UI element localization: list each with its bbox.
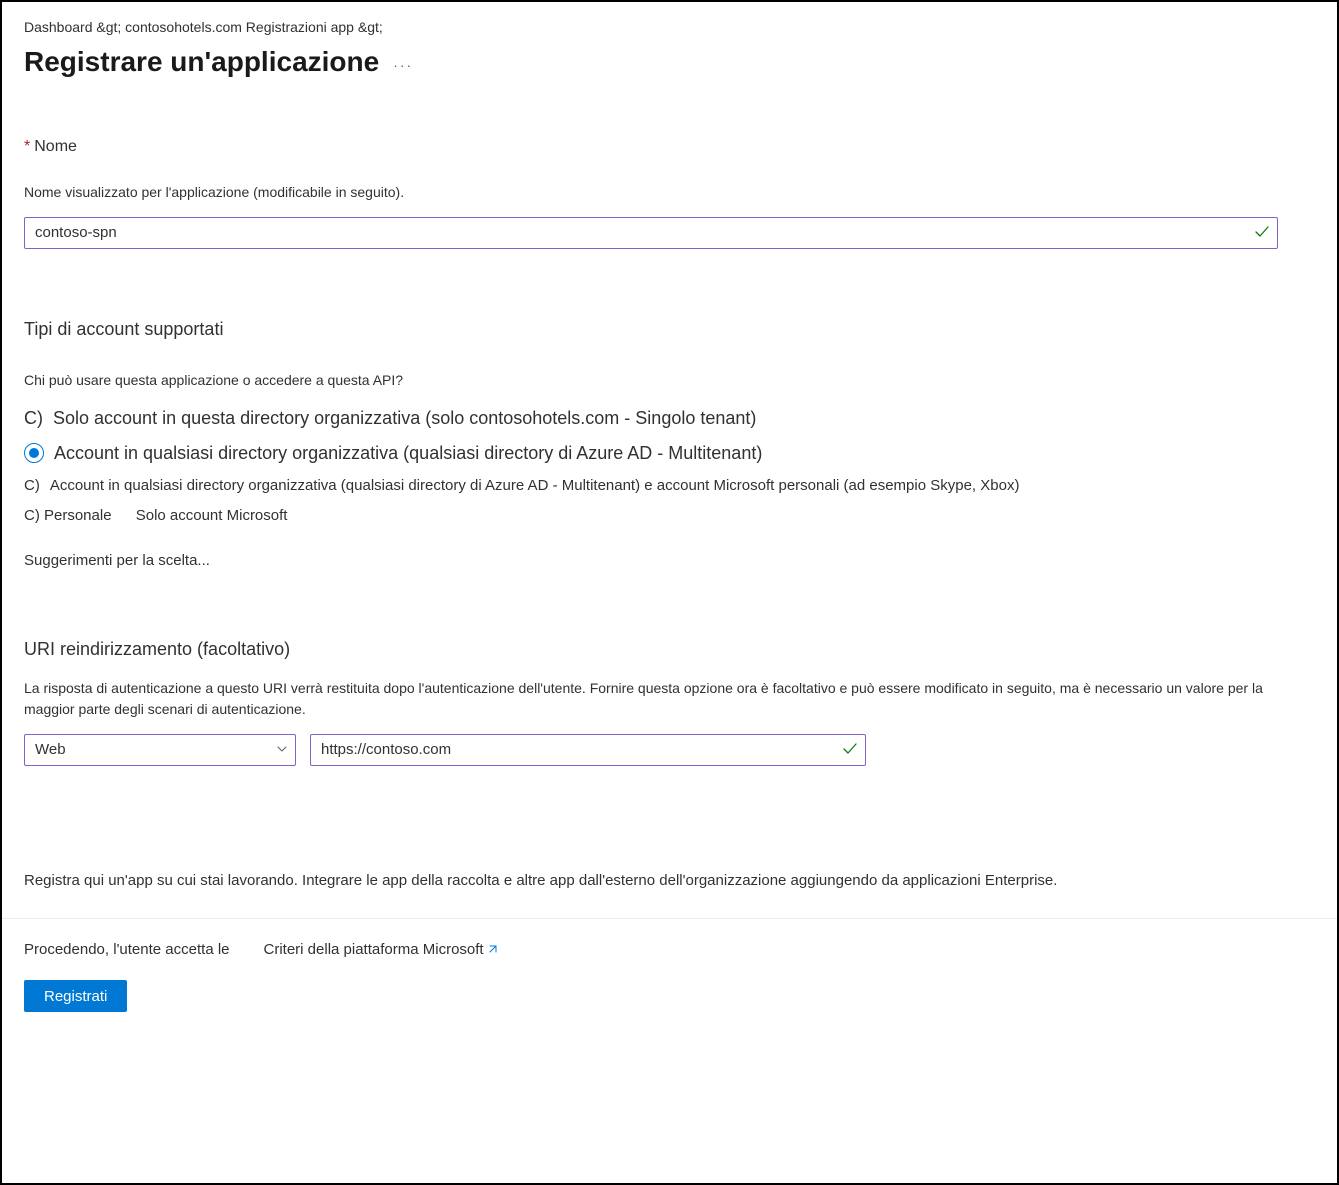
account-type-option-single-tenant[interactable]: C) Solo account in questa directory orga… [24,405,1315,432]
platform-select-wrap: Web [24,734,296,766]
redirect-uri-input[interactable] [310,734,866,766]
name-label: *Nome [24,138,1315,156]
consent-prefix: Procedendo, l'utente accetta le [24,941,230,958]
external-link-icon [486,944,498,956]
account-types-header: Tipi di account supportati [24,319,1315,340]
policy-link[interactable]: Criteri della piattaforma Microsoft [264,941,498,958]
account-type-option-multitenant-personal[interactable]: C) Account in qualsiasi directory organi… [24,475,1315,498]
account-type-option-multitenant[interactable]: Account in qualsiasi directory organizza… [24,440,1315,467]
divider [2,918,1337,919]
name-helper-text: Nome visualizzato per l'applicazione (mo… [24,182,1315,203]
page-title: Registrare un'applicazione [24,46,379,78]
platform-select[interactable]: Web [24,734,296,766]
redirect-uri-description: La risposta di autenticazione a questo U… [24,678,1315,720]
redirect-uri-header: URI reindirizzamento (facoltativo) [24,639,1315,660]
account-types-question: Chi può usare questa applicazione o acce… [24,370,1315,391]
name-input-wrap [24,217,1278,249]
more-commands-icon[interactable]: ··· [393,51,413,73]
account-types-radio-group: C) Solo account in questa directory orga… [24,405,1315,528]
breadcrumb[interactable]: Dashboard &gt; contosohotels.com Registr… [24,18,1315,38]
register-button[interactable]: Registrati [24,980,127,1012]
bottom-note: Registra qui un'app su cui stai lavorand… [24,870,1315,893]
radio-selected-icon [24,443,44,463]
account-types-help-link[interactable]: Suggerimenti per la scelta... [24,552,210,569]
name-input[interactable] [24,217,1278,249]
account-type-option-personal[interactable]: C) Personale Solo account Microsoft [24,505,1315,528]
redirect-uri-input-wrap [310,734,866,766]
